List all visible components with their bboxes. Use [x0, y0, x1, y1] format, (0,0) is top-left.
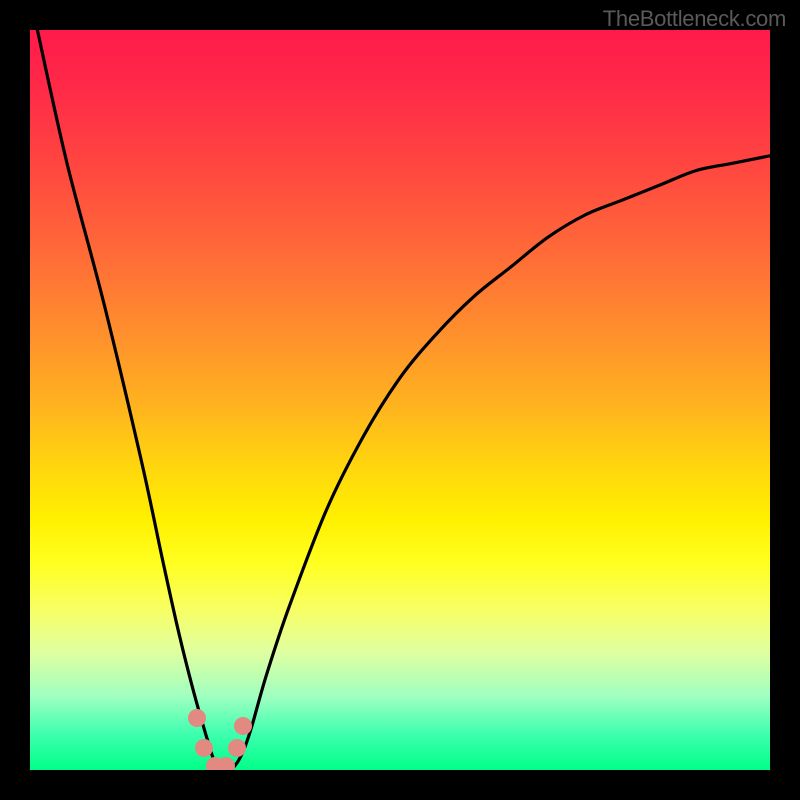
data-marker: [234, 717, 252, 735]
data-marker: [217, 757, 235, 770]
watermark-text: TheBottleneck.com: [603, 6, 786, 32]
bottleneck-curve: [30, 30, 770, 770]
plot-area: [30, 30, 770, 770]
data-marker: [228, 739, 246, 757]
data-marker: [195, 739, 213, 757]
data-marker: [188, 709, 206, 727]
